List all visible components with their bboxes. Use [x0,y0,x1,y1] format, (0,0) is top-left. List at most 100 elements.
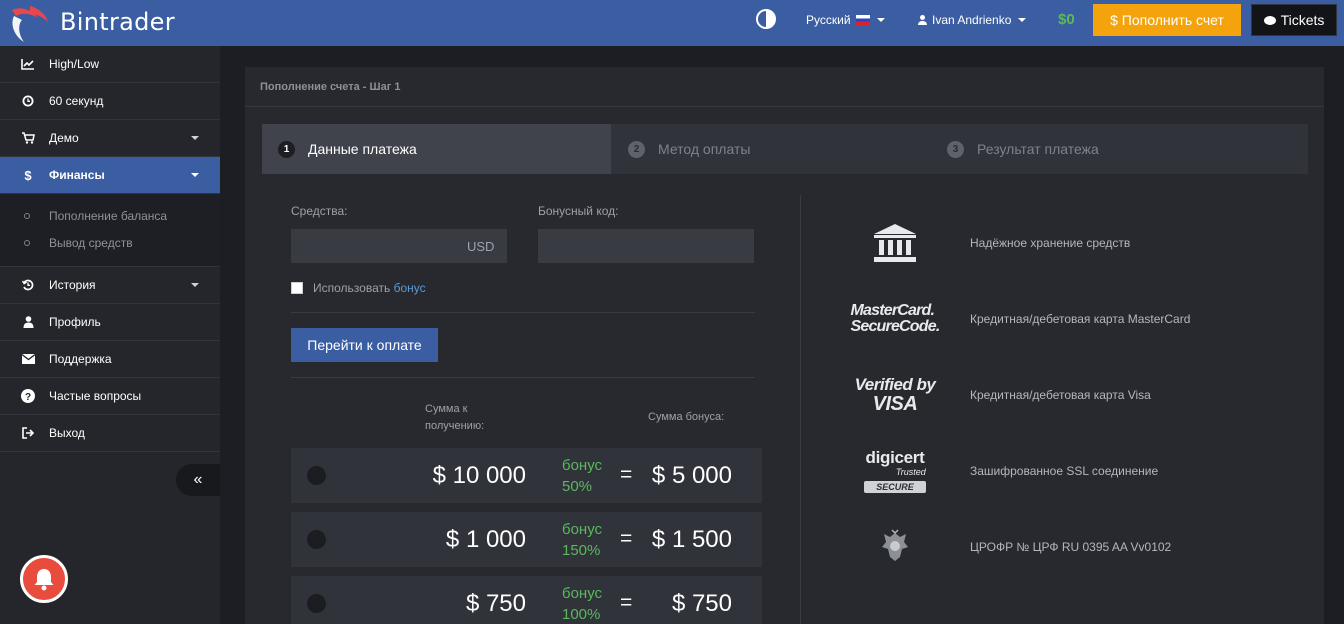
offer-radio[interactable] [307,594,326,613]
sidebar-item-finance[interactable]: $ Финансы [0,157,220,194]
digicert-logo: digicert Trusted SECURE [835,441,955,501]
offer-bonus-amount: $ 750 [671,590,732,617]
bonus-offer-row[interactable]: $ 1 000 бонус 150% = $ 1 500 [291,512,762,567]
sidebar-item-label: История [49,278,96,292]
step-label: Метод оплаты [658,141,751,157]
user-name: Ivan Andrienko [932,13,1012,27]
sidebar-item-profile[interactable]: Профиль [0,304,220,341]
bonus-percent: 100% [562,606,601,623]
use-bonus-checkbox[interactable] [291,282,303,294]
sidebar-item-label: High/Low [49,57,100,71]
step-number: 3 [947,140,964,158]
sidebar-item-demo[interactable]: Демо [0,120,220,157]
column-divider [800,195,801,624]
envelope-icon [20,354,36,364]
column-header-bonus: Сумма бонуса: [648,411,725,423]
bonus-percent: 150% [562,542,601,559]
trust-text: Надёжное хранение средств [970,236,1131,250]
step-number: 1 [278,140,295,158]
user-icon [918,15,927,25]
proceed-to-payment-button[interactable]: Перейти к оплате [291,328,438,362]
clock-icon [20,95,36,107]
step-payment-data[interactable]: 1 Данные платежа [262,124,611,174]
language-selector[interactable]: Русский [806,13,885,27]
verified-by-text: Verified by [854,375,936,394]
tickets-button[interactable]: Tickets [1251,4,1337,36]
bonus-word: бонус [562,457,603,474]
trust-item-license: ЦРОФР № ЦРФ RU 0395 AA Vv0102 [835,517,1315,577]
language-label: Русский [806,13,851,27]
deposit-panel: Пополнение счета - Шаг 1 1 Данные платеж… [245,67,1324,624]
sidebar-item-logout[interactable]: Выход [0,415,220,452]
deposit-button[interactable]: $ Пополнить счет [1093,4,1241,36]
finance-submenu: Пополнение баланса Вывод средств [0,194,220,267]
line-chart-icon [20,58,36,70]
sidebar-item-label: Выход [49,426,85,440]
notification-bell-icon[interactable] [20,555,68,603]
bonus-link[interactable]: бонус [394,281,426,295]
trust-text: ЦРОФР № ЦРФ RU 0395 AA Vv0102 [970,540,1172,554]
bonus-word: бонус [562,585,603,602]
sidebar-item-support[interactable]: Поддержка [0,341,220,378]
offer-amount: $ 750 [465,590,526,617]
user-menu[interactable]: Ivan Andrienko [918,13,1027,27]
trust-item-mastercard: MasterCard. SecureCode. Кредитная/дебето… [835,289,1315,349]
russian-flag-icon [855,15,870,25]
sidebar-item-faq[interactable]: ? Частые вопросы [0,378,220,415]
trust-text: Зашифрованное SSL соединение [970,464,1159,478]
question-icon: ? [20,389,36,403]
sidebar-item-label: 60 секунд [49,94,104,108]
user-icon [20,316,36,328]
theme-toggle-icon[interactable] [756,9,776,29]
step-number: 2 [628,140,645,158]
bank-icon [835,213,955,273]
securecode-logo-text: SecureCode. [850,318,940,335]
sign-out-icon [20,427,36,439]
offer-bonus-percent: бонус 100% [562,583,602,624]
trust-item-storage: Надёжное хранение средств [835,213,1315,273]
step-payment-result[interactable]: 3 Результат платежа [929,124,1308,174]
equals-sign: = [620,527,633,550]
equals-sign: = [620,591,633,614]
submenu-item-withdraw[interactable]: Вывод средств [0,229,220,256]
brand-name[interactable]: Bintrader [60,8,175,36]
sidebar-item-60-seconds[interactable]: 60 секунд [0,83,220,120]
column-header-receive: Сумма к получению: [425,403,485,432]
sidebar-item-label: Частые вопросы [49,389,142,403]
chevron-down-icon [191,136,199,140]
submenu-item-deposit-balance[interactable]: Пополнение баланса [0,202,220,229]
step-label: Данные платежа [308,141,417,157]
sidebar-collapse-button[interactable]: « [176,464,220,496]
history-icon [20,279,36,291]
account-balance: $0 [1058,11,1075,28]
submenu-item-label: Вывод средств [49,235,133,250]
divider [291,312,755,313]
digicert-text: digicert [865,448,925,467]
mastercard-securecode-logo: MasterCard. SecureCode. [835,289,955,349]
top-bar: Bintrader Русский Ivan Andrienko $0 $ По… [0,0,1344,46]
sidebar-item-label: Демо [49,131,79,145]
submenu-item-label: Пополнение баланса [49,208,168,223]
step-payment-method[interactable]: 2 Метод оплаты [611,124,929,174]
step-label: Результат платежа [977,141,1099,157]
bonus-word: бонус [562,521,603,538]
currency-addon: USD [467,239,495,254]
chevron-down-icon [876,18,885,22]
offer-radio[interactable] [307,466,326,485]
offer-bonus-percent: бонус 150% [562,519,602,561]
sidebar-item-high-low[interactable]: High/Low [0,46,220,83]
bonus-offer-row[interactable]: $ 750 бонус 100% = $ 750 [291,576,762,624]
offer-bonus-percent: бонус 50% [562,455,602,497]
use-bonus-text: Использовать [313,281,391,295]
sidebar-item-label: Финансы [49,168,105,182]
trusted-text: Trusted [895,467,926,477]
offer-radio[interactable] [307,530,326,549]
bonus-code-input[interactable] [538,229,754,263]
divider [291,377,755,378]
sidebar-item-history[interactable]: История [0,267,220,304]
chevron-down-icon [1018,18,1027,22]
bonus-offer-row[interactable]: $ 10 000 бонус 50% = $ 5 000 [291,448,762,503]
brand-logo[interactable] [8,2,52,46]
bonus-code-label: Бонусный код: [538,204,619,218]
circle-icon [24,212,30,219]
